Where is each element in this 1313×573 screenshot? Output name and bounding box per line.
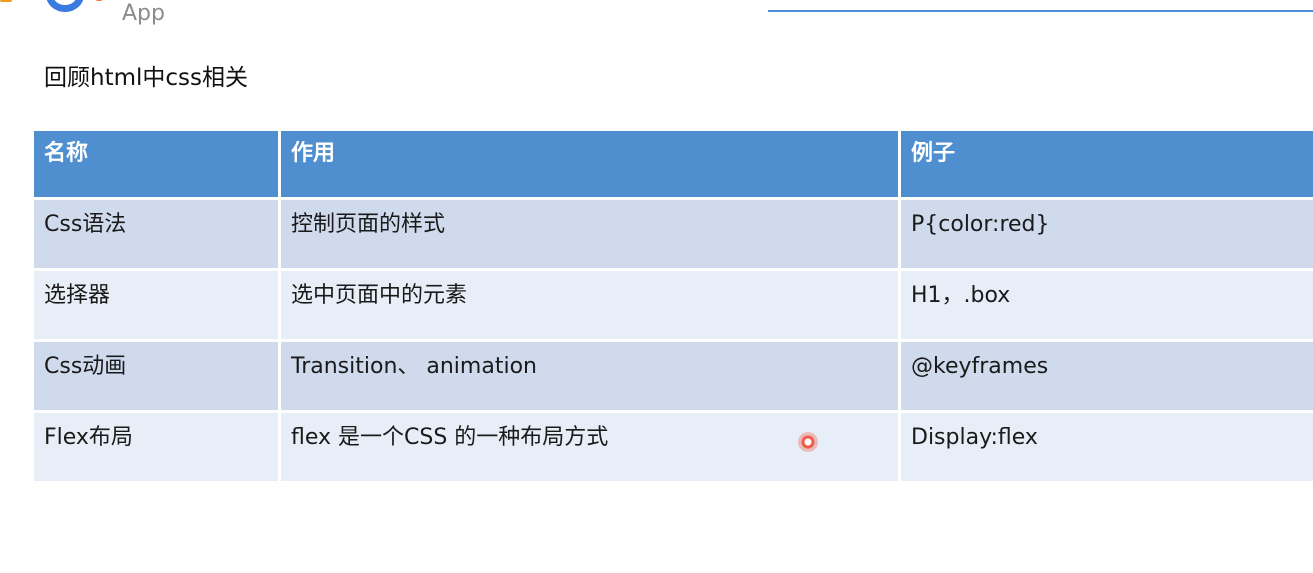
table-cell-example: P{color:red}: [911, 212, 1050, 237]
table-row: Css动画 Transition、 animation @keyframes: [34, 342, 1313, 413]
app-logo: Quick App: [0, 0, 184, 26]
table-cell-name: Flex布局: [34, 413, 281, 481]
table-cell-purpose: 选中页面中的元素: [281, 271, 901, 339]
logo-ring-shape: [46, 0, 84, 12]
css-summary-table: 名称 作用 例子 Css语法 控制页面的样式 P{color:red} 选择器 …: [34, 131, 1313, 484]
logo-bar-shape: [0, 0, 12, 2]
table-cell-purpose: Transition、 animation: [281, 342, 901, 410]
logo-text: Quick App: [122, 0, 184, 26]
quick-app-logo-icon: Quick App: [0, 0, 184, 26]
table-header-example: 例子: [911, 141, 956, 166]
table-header-name: 名称: [34, 131, 281, 197]
table-row: 选择器 选中页面中的元素 H1，.box: [34, 271, 1313, 342]
table-cell-purpose: 控制页面的样式: [281, 200, 901, 268]
logo-dot-shape: [92, 0, 106, 1]
table-header-row: 名称 作用 例子: [34, 131, 1313, 200]
table-row: Css语法 控制页面的样式 P{color:red}: [34, 200, 1313, 271]
slide-heading: 回顾html中css相关: [44, 65, 249, 91]
table-cell-example: @keyframes: [911, 354, 1049, 379]
table-cell-name: Css动画: [34, 342, 281, 410]
table-header-purpose: 作用: [281, 131, 901, 197]
table-cell-example: Display:flex: [911, 425, 1038, 450]
table-cell-name: 选择器: [34, 271, 281, 339]
slide-canvas: Quick App 回顾html中css相关 名称 作用 例子 Css语法 控制…: [0, 0, 1313, 573]
mouse-cursor-highlight-icon: [798, 432, 818, 452]
header-divider: [768, 10, 1313, 12]
table-cell-example: H1，.box: [911, 283, 1011, 308]
table-cell-name: Css语法: [34, 200, 281, 268]
table-row: Flex布局 flex 是一个CSS 的一种布局方式 Display:flex: [34, 413, 1313, 484]
